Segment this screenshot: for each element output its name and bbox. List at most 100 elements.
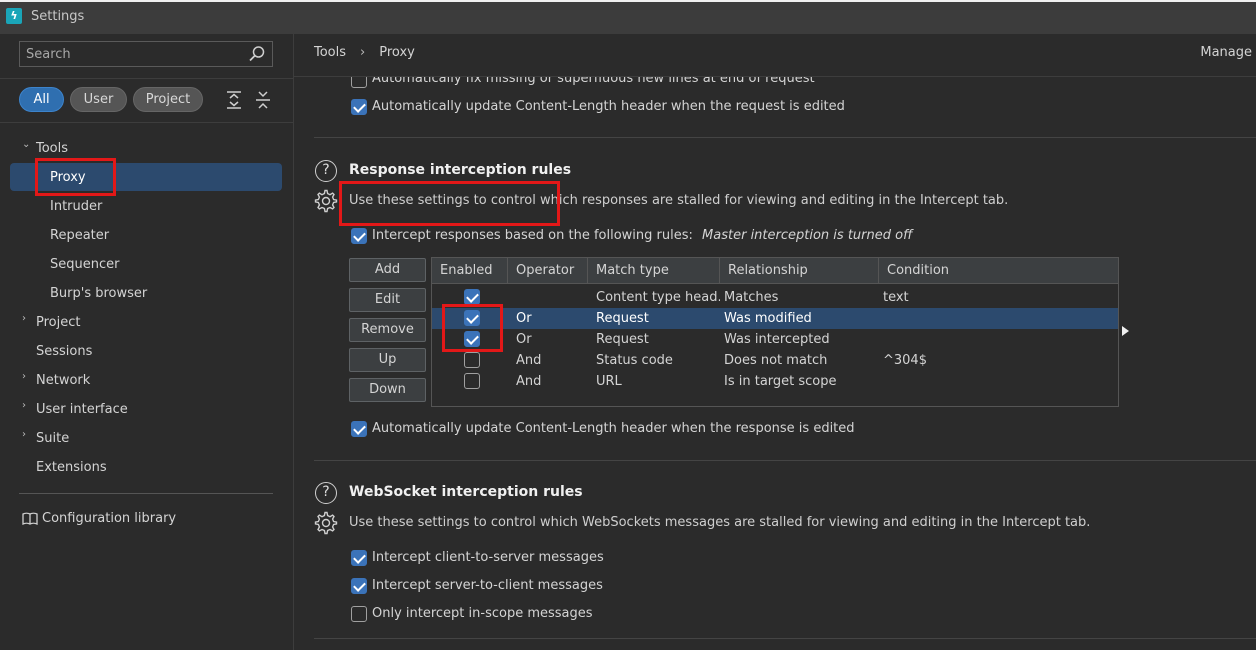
table-row-selected[interactable]: Or Request Was modified	[432, 308, 1118, 329]
rule-match-type: Content type head...	[596, 290, 720, 305]
manage-button[interactable]: Manage	[1200, 45, 1252, 60]
configuration-library-link[interactable]: Configuration library	[42, 509, 176, 529]
breadcrumb-tools[interactable]: Tools	[314, 45, 346, 60]
rule-match-type: Request	[596, 311, 649, 326]
move-down-button[interactable]: Down	[349, 378, 426, 402]
rule-enabled-checkbox[interactable]	[464, 373, 480, 389]
fix-newlines-checkbox[interactable]	[351, 77, 367, 88]
server-to-client-label: Intercept server-to-client messages	[372, 578, 603, 593]
sidebar: Search All User Project ⌄ Tools Proxy In…	[0, 34, 294, 650]
gear-icon[interactable]	[314, 511, 338, 535]
client-to-server-checkbox[interactable]	[351, 550, 367, 566]
rule-match-type: Request	[596, 332, 649, 347]
intercept-responses-text: Intercept responses based on the followi…	[372, 228, 693, 243]
filter-all-button[interactable]: All	[19, 87, 64, 112]
chevron-right-icon[interactable]: ›	[22, 371, 26, 382]
rule-enabled-checkbox[interactable]	[464, 289, 480, 305]
rule-operator: Or	[516, 332, 532, 347]
rule-operator: And	[516, 353, 542, 368]
gear-icon[interactable]	[314, 189, 338, 213]
rule-match-type: URL	[596, 374, 622, 389]
rule-condition: text	[883, 290, 909, 305]
move-up-button[interactable]: Up	[349, 348, 426, 372]
divider	[19, 493, 273, 494]
websocket-rules-title: WebSocket interception rules	[349, 484, 583, 500]
rule-relationship: Was modified	[724, 311, 812, 326]
sidebar-item-burps-browser[interactable]: Burp's browser	[50, 284, 147, 304]
sidebar-item-user-interface[interactable]: User interface	[36, 400, 128, 420]
update-response-length-label: Automatically update Content-Length head…	[372, 421, 855, 436]
websocket-rules-description: Use these settings to control which WebS…	[349, 515, 1091, 530]
divider	[314, 638, 1256, 639]
client-to-server-label: Intercept client-to-server messages	[372, 550, 604, 565]
main-panel: Tools › Proxy Manage Automatically fix mis…	[294, 34, 1256, 650]
column-relationship[interactable]: Relationship	[720, 258, 879, 284]
response-rules-title: Response interception rules	[349, 162, 572, 178]
response-rules-table: Enabled Operator Match type Relationship…	[431, 257, 1119, 407]
help-icon[interactable]: ?	[315, 160, 337, 182]
table-row[interactable]: And URL Is in target scope	[432, 371, 1118, 392]
chevron-right-icon[interactable]: ›	[22, 400, 26, 411]
server-to-client-checkbox[interactable]	[351, 578, 367, 594]
sidebar-item-sequencer[interactable]: Sequencer	[50, 255, 119, 275]
sidebar-item-sessions[interactable]: Sessions	[36, 342, 92, 362]
breadcrumb-proxy: Proxy	[379, 45, 415, 60]
rule-match-type: Status code	[596, 353, 673, 368]
table-header: Enabled Operator Match type Relationship…	[432, 258, 1118, 284]
filter-project-button[interactable]: Project	[133, 87, 203, 112]
sidebar-item-extensions[interactable]: Extensions	[36, 458, 107, 478]
rule-enabled-checkbox[interactable]	[464, 331, 480, 347]
update-request-length-label: Automatically update Content-Length head…	[372, 99, 845, 114]
sidebar-item-tools[interactable]: Tools	[36, 139, 68, 159]
sidebar-item-repeater[interactable]: Repeater	[50, 226, 109, 246]
update-request-length-checkbox[interactable]	[351, 99, 367, 115]
column-operator[interactable]: Operator	[508, 258, 588, 284]
rule-enabled-checkbox[interactable]	[464, 352, 480, 368]
book-icon	[22, 512, 38, 526]
search-input[interactable]: Search	[19, 41, 273, 67]
table-row[interactable]: Or Request Was intercepted	[432, 329, 1118, 350]
rule-relationship: Matches	[724, 290, 779, 305]
divider	[314, 460, 1256, 461]
sidebar-item-proxy[interactable]: Proxy	[50, 168, 86, 188]
chevron-right-icon[interactable]: ›	[22, 429, 26, 440]
rule-relationship: Was intercepted	[724, 332, 830, 347]
add-rule-button[interactable]: Add	[349, 258, 426, 282]
column-enabled[interactable]: Enabled	[432, 258, 508, 284]
fix-newlines-label: Automatically fix missing or superfluous…	[372, 77, 815, 86]
remove-rule-button[interactable]: Remove	[349, 318, 426, 342]
burp-icon: ϟ	[6, 8, 22, 24]
rule-enabled-checkbox[interactable]	[464, 310, 480, 326]
rule-relationship: Does not match	[724, 353, 828, 368]
sidebar-item-network[interactable]: Network	[36, 371, 90, 391]
settings-scroll-area: Automatically fix missing or superfluous…	[294, 77, 1256, 641]
search-placeholder: Search	[26, 47, 71, 62]
master-interception-note: Master interception is turned off	[702, 228, 913, 243]
search-icon[interactable]	[248, 45, 266, 63]
scroll-right-icon[interactable]	[1122, 326, 1129, 336]
collapse-all-icon[interactable]	[254, 90, 272, 110]
divider	[0, 122, 293, 123]
column-condition[interactable]: Condition	[879, 258, 1118, 284]
intercept-responses-label: Intercept responses based on the followi…	[372, 228, 912, 243]
edit-rule-button[interactable]: Edit	[349, 288, 426, 312]
chevron-right-icon[interactable]: ›	[22, 313, 26, 324]
intercept-responses-checkbox[interactable]	[351, 228, 367, 244]
sidebar-item-project[interactable]: Project	[36, 313, 80, 333]
table-row[interactable]: And Status code Does not match ^304$	[432, 350, 1118, 371]
sidebar-item-intruder[interactable]: Intruder	[50, 197, 102, 217]
sidebar-item-suite[interactable]: Suite	[36, 429, 69, 449]
chevron-right-icon: ›	[360, 45, 366, 60]
table-row[interactable]: Content type head... Matches text	[432, 287, 1118, 308]
breadcrumb: Tools › Proxy	[314, 45, 415, 60]
rule-operator: And	[516, 374, 542, 389]
filter-user-button[interactable]: User	[70, 87, 127, 112]
in-scope-only-checkbox[interactable]	[351, 606, 367, 622]
column-match-type[interactable]: Match type	[588, 258, 720, 284]
update-response-length-checkbox[interactable]	[351, 421, 367, 437]
chevron-down-icon[interactable]: ⌄	[22, 139, 30, 150]
expand-all-icon[interactable]	[225, 90, 243, 110]
title-bar: ϟ Settings	[0, 0, 1256, 34]
rule-relationship: Is in target scope	[724, 374, 837, 389]
help-icon[interactable]: ?	[315, 482, 337, 504]
